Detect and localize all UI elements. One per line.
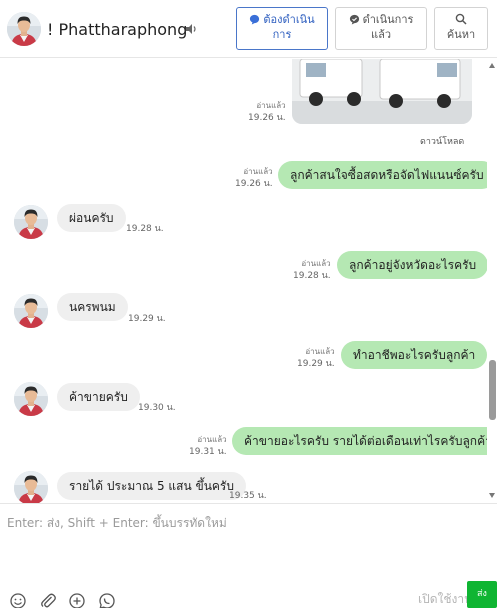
- send-button[interactable]: ส่ง: [467, 581, 497, 608]
- emoji-icon[interactable]: [9, 592, 27, 608]
- open-notice-text: เปิดใช้งาน: [418, 592, 473, 606]
- message-time: 19.26 น.: [248, 113, 286, 123]
- chat-scrollbar[interactable]: [487, 59, 497, 503]
- speaker-icon[interactable]: [184, 22, 198, 36]
- chat-bubble-icon: [250, 14, 260, 25]
- incoming-message[interactable]: รายได้ ประมาณ 5 แสน ขึ้นครับ: [57, 472, 246, 500]
- search-icon: [455, 13, 467, 25]
- message-meta: อ่านแล้ว 19.31 น.: [189, 433, 227, 459]
- outgoing-message[interactable]: ลูกค้าสนใจซื้อสดหรือจัดไฟแนนซ์ครับ: [278, 161, 496, 189]
- todo-button[interactable]: ต้องดำเนิน การ: [236, 7, 328, 50]
- incoming-message[interactable]: ผ่อนครับ: [57, 204, 126, 232]
- message-time: 19.29 น.: [297, 359, 335, 369]
- todo-label-2: การ: [272, 28, 292, 41]
- sender-avatar[interactable]: [14, 382, 48, 416]
- message-time: 19.31 น.: [189, 447, 227, 457]
- chat-header: ! Phattharaphong ต้องดำเนิน การ ดำเนินกา…: [0, 0, 497, 58]
- message-input[interactable]: Enter: ส่ง, Shift + Enter: ขึ้นบรรทัดใหม…: [7, 514, 227, 533]
- message-time: 19.35 น.: [229, 491, 267, 501]
- paperclip-icon[interactable]: [39, 592, 57, 608]
- read-receipt: อ่านแล้ว: [197, 435, 227, 444]
- search-button[interactable]: ค้นหา: [434, 7, 488, 50]
- chat-messages-area[interactable]: อ่านแล้ว 19.26 น. ดาวน์โหลด อ่านแล้ว 19.…: [0, 59, 497, 503]
- message-meta: อ่านแล้ว 19.26 น.: [248, 99, 286, 125]
- add-circle-icon[interactable]: [68, 592, 86, 608]
- done-button[interactable]: ดำเนินการ แล้ว: [335, 7, 427, 50]
- read-receipt: อ่านแล้ว: [256, 101, 286, 110]
- scroll-up-arrow-icon[interactable]: [489, 63, 495, 68]
- outgoing-message[interactable]: ลูกค้าอยู่จังหวัดอะไรครับ: [337, 251, 489, 279]
- done-label-2: แล้ว: [370, 28, 391, 41]
- outgoing-message[interactable]: ทำอาชีพอะไรครับลูกค้า: [341, 341, 488, 369]
- search-label: ค้นหา: [446, 28, 476, 41]
- image-message[interactable]: [292, 59, 472, 124]
- message-time: 19.30 น.: [138, 403, 176, 413]
- outgoing-message[interactable]: ค้าขายอะไรครับ รายได้ต่อเดือนเท่าไรครับล…: [232, 427, 497, 455]
- check-bubble-icon: [349, 14, 359, 25]
- incoming-message[interactable]: นครพนม: [57, 293, 128, 321]
- read-receipt: อ่านแล้ว: [243, 167, 273, 176]
- scrollbar-thumb[interactable]: [489, 360, 496, 420]
- message-time: 19.28 น.: [126, 224, 164, 234]
- whatsapp-icon[interactable]: [98, 592, 116, 608]
- message-meta: อ่านแล้ว 19.29 น.: [297, 345, 335, 371]
- contact-avatar[interactable]: [7, 12, 41, 46]
- incoming-message[interactable]: ค้าขายครับ: [57, 383, 140, 411]
- sender-avatar[interactable]: [14, 471, 48, 503]
- message-meta: อ่านแล้ว 19.26 น.: [235, 165, 273, 191]
- download-link[interactable]: ดาวน์โหลด: [420, 134, 464, 148]
- todo-label-1: ต้องดำเนิน: [263, 13, 315, 26]
- truck-photo: [292, 59, 472, 124]
- read-receipt: อ่านแล้ว: [305, 347, 335, 356]
- message-time: 19.29 น.: [128, 314, 166, 324]
- message-meta: อ่านแล้ว 19.28 น.: [293, 257, 331, 283]
- read-receipt: อ่านแล้ว: [301, 259, 331, 268]
- sender-avatar[interactable]: [14, 205, 48, 239]
- sender-avatar[interactable]: [14, 294, 48, 328]
- message-time: 19.26 น.: [235, 179, 273, 189]
- scroll-down-arrow-icon[interactable]: [489, 493, 495, 498]
- done-label-1: ดำเนินการ: [362, 13, 414, 26]
- message-time: 19.28 น.: [293, 271, 331, 281]
- contact-name[interactable]: ! Phattharaphong: [47, 20, 187, 39]
